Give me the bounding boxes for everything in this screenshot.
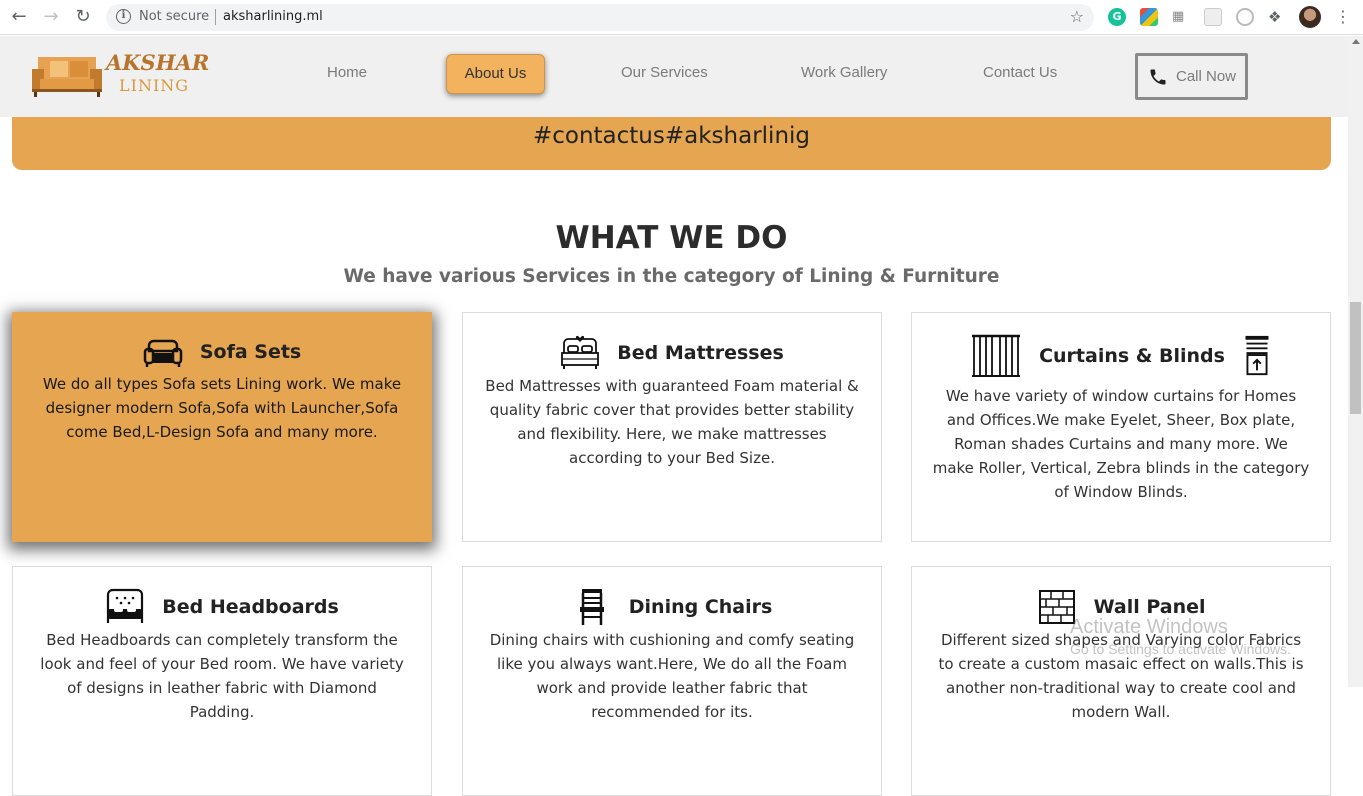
curtain-icon xyxy=(971,334,1020,377)
card-description: We do all types Sofa sets Lining work. W… xyxy=(42,375,402,441)
omnibox-divider xyxy=(215,9,216,25)
phone-icon xyxy=(1150,69,1166,85)
info-icon[interactable]: i xyxy=(116,9,131,24)
service-card-sofa-sets[interactable]: Sofa Sets We do all types Sofa sets Lini… xyxy=(12,312,432,542)
section-subtitle: We have various Services in the category… xyxy=(343,266,1000,287)
logo-text-lining: LINING xyxy=(119,76,190,95)
call-now-button[interactable]: Call Now xyxy=(1135,53,1248,100)
banner-hashtag-text: #contactus#aksharlinig xyxy=(532,123,811,149)
activate-windows-hint: Go to Settings to activate Windows. xyxy=(1070,641,1291,657)
address-bar[interactable]: i Not secure aksharlining.ml ☆ xyxy=(106,4,1094,31)
url-text[interactable]: aksharlining.ml xyxy=(223,9,323,24)
site-logo[interactable]: AKSHAR LINING xyxy=(30,50,209,102)
code-extension-icon[interactable]: ▦ xyxy=(1172,8,1190,26)
service-card-bed-headboards[interactable]: Bed Headboards Bed Headboards can comple… xyxy=(12,566,432,796)
card-title: Wall Panel xyxy=(1093,596,1206,618)
sofa-icon xyxy=(143,339,182,367)
site-header: AKSHAR LINING Home About Us Our Services… xyxy=(0,36,1348,117)
service-card-curtains-blinds[interactable]: Curtains & Blinds We have variety of win… xyxy=(911,312,1331,542)
headboard-icon xyxy=(107,588,144,623)
card-title: Bed Mattresses xyxy=(617,342,784,364)
nav-work-gallery-link[interactable]: Work Gallery xyxy=(801,64,887,81)
service-card-wall-panel[interactable]: Wall Panel Different sized shapes and Va… xyxy=(911,566,1331,796)
service-card-dining-chairs[interactable]: Dining Chairs Dining chairs with cushion… xyxy=(462,566,882,796)
card-description: Dining chairs with cushioning and comfy … xyxy=(489,631,855,721)
card-description: We have variety of window curtains for H… xyxy=(932,387,1310,501)
chair-icon xyxy=(579,589,604,625)
logo-text-akshar: AKSHAR xyxy=(106,50,210,75)
circle-extension-icon[interactable] xyxy=(1236,8,1254,26)
bookmark-star-icon[interactable]: ☆ xyxy=(1070,7,1084,26)
page-scrollbar[interactable] xyxy=(1348,36,1363,687)
card-description: Bed Headboards can completely transform … xyxy=(40,631,404,721)
puzzle-extensions-icon[interactable]: ❖ xyxy=(1268,8,1286,26)
grammarly-extension-icon[interactable]: G xyxy=(1108,8,1126,26)
call-now-label: Call Now xyxy=(1176,68,1237,85)
nav-our-services-link[interactable]: Our Services xyxy=(621,64,708,81)
scrollbar-thumb[interactable] xyxy=(1350,302,1361,414)
profile-avatar[interactable] xyxy=(1299,6,1321,28)
back-arrow-icon[interactable]: ← xyxy=(9,7,29,27)
security-label: Not secure xyxy=(139,9,210,24)
card-title: Sofa Sets xyxy=(199,341,302,363)
logo-sofa-icon xyxy=(32,57,102,97)
kebab-menu-icon[interactable]: ⋮ xyxy=(1334,8,1352,26)
blinds-icon xyxy=(1245,335,1269,376)
browser-toolbar: ← → ↻ i Not secure aksharlining.ml ☆ G ▦… xyxy=(0,0,1363,35)
contact-banner: #contactus#aksharlinig xyxy=(12,117,1331,170)
nav-contact-us-link[interactable]: Contact Us xyxy=(983,64,1057,81)
scroll-up-arrow-icon[interactable] xyxy=(1352,39,1360,44)
nav-about-us-link[interactable]: About Us xyxy=(446,54,545,94)
section-title: WHAT WE DO xyxy=(555,220,788,256)
bed-icon xyxy=(561,335,600,369)
reload-icon[interactable]: ↻ xyxy=(73,7,93,27)
service-card-bed-mattresses[interactable]: Bed Mattresses Bed Mattresses with guara… xyxy=(462,312,882,542)
card-title: Bed Headboards xyxy=(162,596,339,618)
card-title: Curtains & Blinds xyxy=(1039,345,1225,367)
activate-windows-watermark: Activate Windows xyxy=(1070,616,1228,638)
color-extension-icon[interactable] xyxy=(1140,8,1158,26)
extension-icon[interactable] xyxy=(1204,8,1222,26)
card-title: Dining Chairs xyxy=(628,596,773,618)
nav-home-link[interactable]: Home xyxy=(327,64,367,81)
forward-arrow-icon[interactable]: → xyxy=(41,7,61,27)
card-description: Bed Mattresses with guaranteed Foam mate… xyxy=(485,377,859,467)
